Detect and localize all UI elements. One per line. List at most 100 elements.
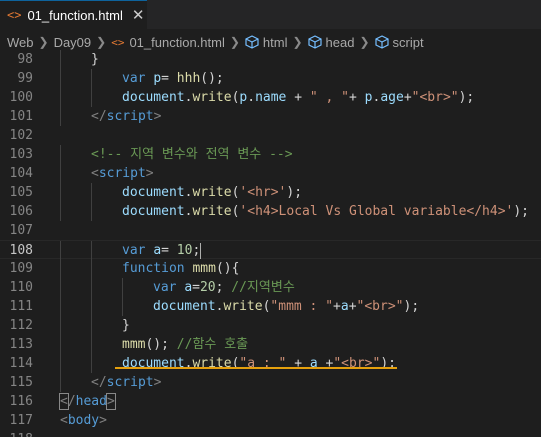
code-token: );: [458, 90, 475, 105]
close-icon[interactable]: ✕: [132, 6, 145, 24]
indent-guide: [91, 183, 92, 202]
indent-guide: [122, 297, 123, 316]
code-token: =: [161, 243, 177, 258]
code-token: head: [75, 394, 107, 409]
code-text: document.write('<hr>');: [122, 183, 302, 202]
code-token: hhh: [176, 71, 201, 86]
line-number: 103: [9, 147, 33, 162]
code-line[interactable]: 107: [0, 221, 541, 240]
code-token: script: [106, 375, 154, 390]
code-token: age: [380, 90, 404, 105]
indent-guide: [122, 278, 123, 297]
code-token: ;: [192, 243, 201, 258]
code-text: </script>: [91, 373, 161, 392]
code-line[interactable]: 98}: [0, 50, 541, 69]
code-token: p: [153, 71, 162, 86]
code-token: +: [403, 90, 412, 105]
code-token: " , ": [309, 90, 350, 105]
code-token: "<br>": [411, 90, 459, 105]
code-line[interactable]: 116 </head>: [0, 392, 541, 411]
indent-guide: [91, 241, 92, 260]
code-line[interactable]: 112}: [0, 316, 541, 335]
code-token: "<br>": [356, 299, 404, 314]
line-number: 104: [9, 166, 33, 181]
indent-guide: [91, 69, 92, 88]
code-text: document.write("mmm : "+a+"<br>");: [153, 297, 419, 316]
code-token: /: [67, 394, 76, 409]
line-number: 106: [9, 204, 33, 219]
text-cursor: [200, 242, 202, 259]
code-token: mmm: [122, 337, 146, 352]
indent-guide: [60, 50, 61, 69]
code-token: <: [60, 413, 68, 428]
line-number: 101: [9, 109, 33, 124]
code-token: write: [223, 299, 263, 314]
code-token: var: [153, 280, 177, 295]
code-token: }: [122, 318, 130, 333]
code-token: +: [348, 299, 357, 314]
code-editor[interactable]: 98} 99 var p= hhh(); 100 document.write(p.na…: [0, 47, 541, 437]
code-line[interactable]: 114 document.write("a : " + a +"<br>");: [0, 354, 541, 373]
code-line[interactable]: 115 </script>: [0, 373, 541, 392]
indent-guide: [60, 373, 61, 392]
indent-guide: [91, 278, 92, 297]
code-text: }: [91, 50, 99, 69]
code-token: write: [192, 90, 232, 105]
code-token: document: [122, 90, 185, 105]
code-token: >: [153, 109, 162, 124]
code-token: <!-- 지역 변수와 전역 변수 -->: [91, 147, 293, 162]
code-text: <script>: [91, 164, 154, 183]
line-number: 112: [9, 318, 33, 333]
code-token: a: [340, 299, 349, 314]
code-token: +: [333, 299, 341, 314]
line-number: 115: [9, 375, 33, 390]
code-line[interactable]: 117 <body>: [0, 411, 541, 430]
code-line[interactable]: 104 <script>: [0, 164, 541, 183]
line-number: 98: [17, 52, 33, 67]
code-line[interactable]: 109 function mmm(){: [0, 259, 541, 278]
line-number: 111: [9, 299, 33, 314]
code-line[interactable]: 101 </script>: [0, 107, 541, 126]
indent-guide: [60, 69, 61, 88]
line-number: 107: [9, 223, 33, 238]
code-line[interactable]: 105 document.write('<hr>');: [0, 183, 541, 202]
code-token: ;: [215, 280, 232, 295]
indent-guide: [60, 354, 61, 373]
code-text: }: [122, 316, 130, 335]
code-token: <: [59, 393, 69, 410]
code-token: '<hr>': [239, 185, 287, 200]
code-line[interactable]: 103 <!-- 지역 변수와 전역 변수 -->: [0, 145, 541, 164]
code-line[interactable]: 110 var a=20; //지역변수: [0, 278, 541, 297]
line-number: 105: [9, 185, 33, 200]
line-number: 102: [9, 128, 33, 143]
code-line[interactable]: 99 var p= hhh();: [0, 69, 541, 88]
code-text: </script>: [91, 107, 161, 126]
code-token: name: [255, 90, 287, 105]
line-number: 109: [9, 261, 33, 276]
indent-guide: [60, 241, 61, 260]
code-token: mmm: [192, 261, 216, 276]
code-line[interactable]: 106 document.write('<h4>Local Vs Global v…: [0, 202, 541, 221]
code-line[interactable]: 113 mmm(); //함수 호출: [0, 335, 541, 354]
indent-guide: [91, 259, 92, 278]
warning-squiggle: [115, 367, 397, 369]
indent-guide: [91, 202, 92, 221]
code-line[interactable]: 100 document.write(p.name + " , "+ p.age+…: [0, 88, 541, 107]
editor-tab[interactable]: <> 01_function.html ✕: [0, 0, 147, 29]
html-file-icon: <>: [7, 8, 22, 22]
indent-guide: [60, 316, 61, 335]
code-token: (){: [215, 261, 240, 276]
code-line[interactable]: 108 var a= 10;: [0, 240, 541, 260]
code-text: var a=20; //지역변수: [153, 278, 295, 297]
code-line[interactable]: 102: [0, 126, 541, 145]
code-line[interactable]: 111 document.write("mmm : "+a+"<br>");: [0, 297, 541, 316]
code-token: );: [286, 185, 303, 200]
tab-title: 01_function.html: [27, 7, 123, 23]
code-token: </: [91, 109, 107, 124]
code-line[interactable]: 118: [0, 430, 541, 437]
code-text: function mmm(){: [122, 259, 239, 278]
indent-guide: [60, 145, 61, 164]
indent-guide: [60, 335, 61, 354]
code-token: .: [247, 90, 256, 105]
code-text: <body>: [60, 411, 107, 430]
